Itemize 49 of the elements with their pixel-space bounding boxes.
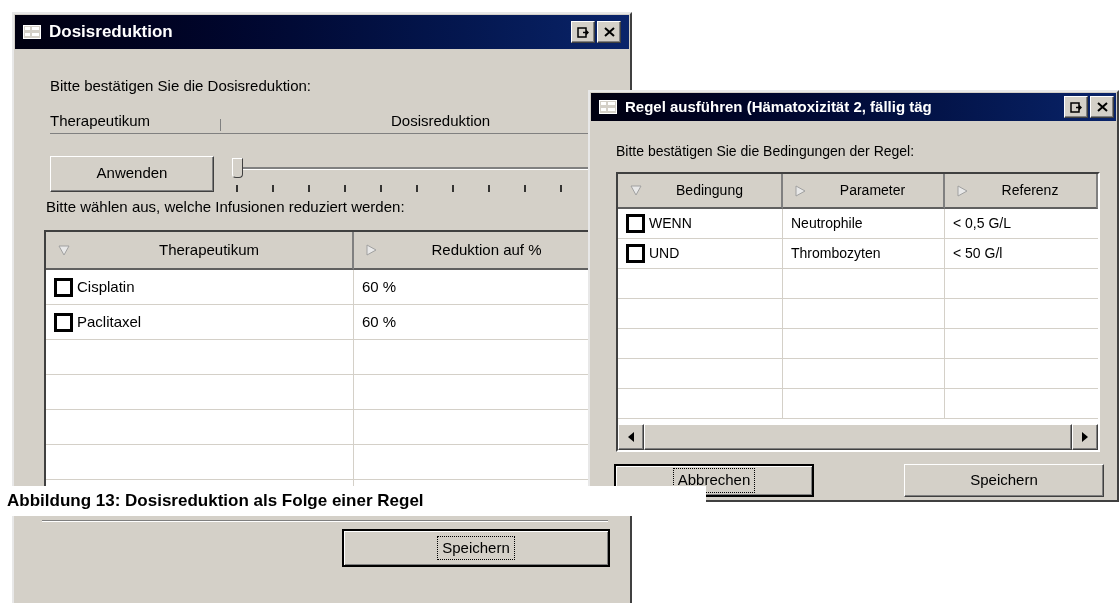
condition-label: UND	[649, 244, 680, 263]
close-icon	[603, 27, 615, 37]
column-header-label: Referenz	[1000, 181, 1060, 200]
table-cell-text: < 0,5 G/L	[952, 214, 1012, 233]
apply-button[interactable]: Anwenden	[50, 155, 214, 192]
window-title: Regel ausführen (Hämatoxizität 2, fällig täg	[625, 96, 933, 117]
column-header[interactable]: Referenz	[945, 174, 1098, 209]
save-button[interactable]: Speichern	[904, 464, 1104, 497]
save-button[interactable]: Speichern	[342, 529, 610, 567]
table-cell-text: < 50 G/l	[952, 244, 1004, 263]
table-cell-text: 60 %	[361, 276, 398, 297]
checkbox[interactable]	[54, 312, 73, 332]
form-icon	[599, 100, 617, 114]
drug-name: Cisplatin	[77, 276, 135, 297]
drug-name: Paclitaxel	[77, 311, 142, 332]
table-cell: Thrombozyten	[783, 239, 945, 268]
prompt-text: Bitte bestätigen Sie die Bedingungen der Regel:	[616, 142, 916, 161]
restore-icon	[577, 26, 589, 38]
column-header-label: Bedingung	[675, 181, 744, 200]
header-label: Therapeutikum	[50, 111, 152, 131]
column-header-label: Parameter	[838, 181, 907, 200]
column-header[interactable]: Therapeutikum	[46, 232, 354, 270]
form-icon	[23, 25, 41, 39]
restore-button[interactable]	[571, 21, 595, 43]
column-header-label: Therapeutikum	[157, 239, 261, 260]
checkbox[interactable]	[626, 214, 645, 233]
prompt-text: Bitte wählen aus, welche Infusionen reduziert werden:	[46, 196, 406, 217]
restore-button[interactable]	[1064, 96, 1088, 118]
checkbox[interactable]	[54, 277, 73, 297]
close-button[interactable]	[1090, 96, 1114, 118]
table-cell-text: 60 %	[361, 311, 398, 332]
column-header[interactable]: Parameter	[783, 174, 945, 209]
condition-label: WENN	[649, 214, 692, 233]
slider-thumb[interactable]	[232, 157, 243, 178]
column-header-label: Reduktion auf %	[430, 239, 543, 260]
checkbox[interactable]	[626, 244, 645, 263]
left-arrow-icon	[628, 432, 634, 442]
prompt-text: Bitte bestätigen Sie die Dosisreduktion:	[50, 76, 312, 96]
column-header[interactable]: Bedingung	[618, 174, 783, 209]
table-cell: Neutrophile	[783, 209, 945, 238]
close-button[interactable]	[597, 21, 621, 43]
right-arrow-icon	[1082, 432, 1088, 442]
header-label: Dosisreduktion	[391, 111, 491, 131]
scroll-left-button[interactable]	[618, 424, 644, 450]
window-title: Dosisreduktion	[49, 21, 174, 44]
restore-icon	[1070, 101, 1082, 113]
figure-caption: Abbildung 13: Dosisreduktion als Folge einer Regel	[7, 490, 424, 513]
close-icon	[1096, 102, 1108, 112]
scroll-right-button[interactable]	[1072, 424, 1098, 450]
